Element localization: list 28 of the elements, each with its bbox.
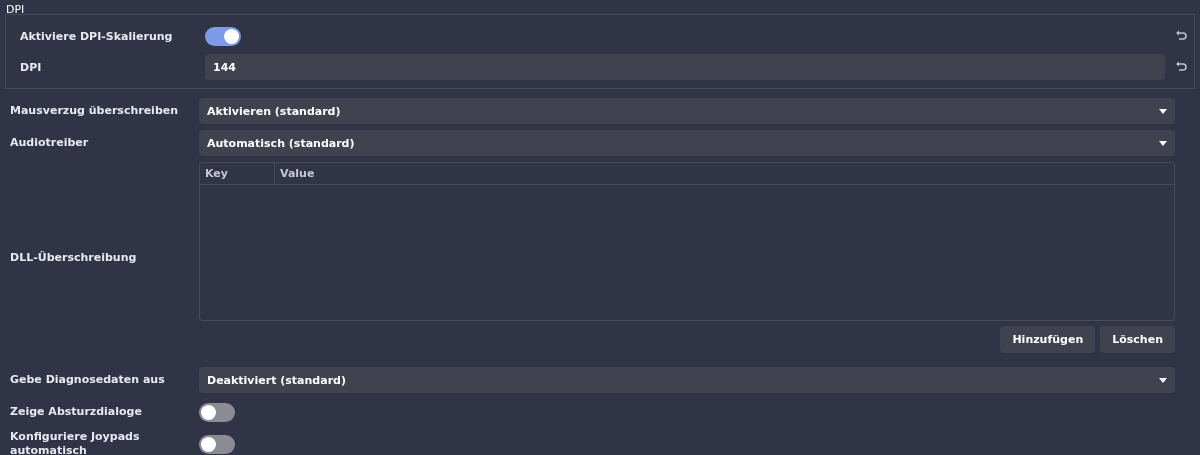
- setting-label: Konfiguriere Joypads automatisch: [9, 430, 141, 455]
- setting-label: Zeige Absturzdialoge: [9, 405, 143, 419]
- setting-label: DPI: [20, 60, 43, 74]
- setting-label: Gebe Diagnosedaten aus: [9, 373, 166, 387]
- dropdown[interactable]: Deaktiviert (standard): [199, 367, 1175, 393]
- column-header: Key: [200, 163, 275, 184]
- setting-label: Mausverzug überschreiben: [9, 104, 180, 118]
- setting-label: Aktiviere DPI-Skalierung: [20, 29, 174, 43]
- group-title: DPI: [6, 4, 26, 16]
- caret-icon[interactable]: [1159, 140, 1167, 146]
- setting-label: DLL-Überschreibung: [9, 250, 138, 265]
- input-field[interactable]: 144: [205, 54, 1165, 80]
- undo-icon[interactable]: [1175, 61, 1187, 73]
- column-header: Value: [279, 166, 315, 182]
- undo-icon[interactable]: [1175, 30, 1187, 42]
- dropdown-value: Aktivieren (standard): [207, 104, 341, 118]
- caret-icon[interactable]: [1159, 108, 1167, 114]
- dropdown-value: Automatisch (standard): [207, 136, 355, 150]
- button[interactable]: Hinzufügen: [1000, 326, 1096, 353]
- dropdown[interactable]: Aktivieren (standard): [199, 98, 1175, 124]
- caret-icon[interactable]: [1159, 377, 1167, 383]
- toggle-switch[interactable]: [199, 434, 235, 454]
- button[interactable]: Löschen: [1100, 326, 1175, 353]
- dropdown[interactable]: Automatisch (standard): [199, 130, 1175, 156]
- setting-label: Audiotreiber: [9, 136, 90, 150]
- toggle-switch[interactable]: [205, 26, 241, 46]
- toggle-switch[interactable]: [199, 402, 235, 422]
- dropdown-value: Deaktiviert (standard): [207, 373, 346, 387]
